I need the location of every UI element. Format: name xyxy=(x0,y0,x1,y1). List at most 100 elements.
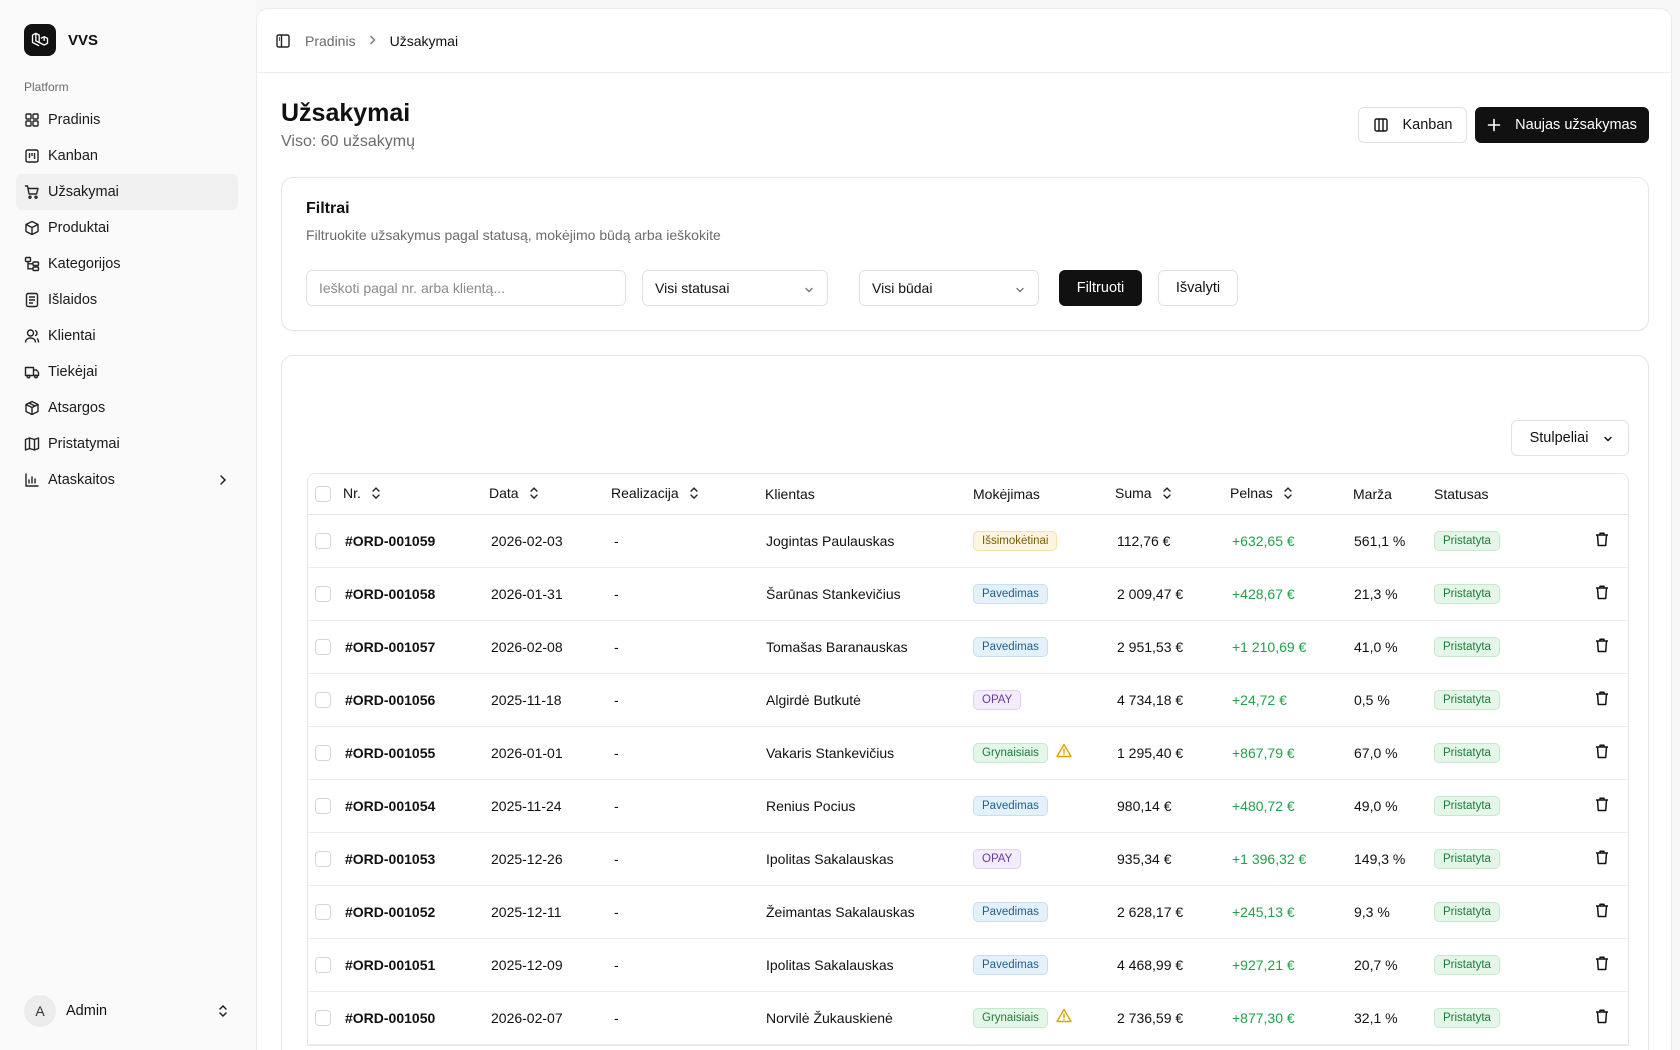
order-number[interactable]: #ORD-001057 xyxy=(345,639,435,655)
delete-icon[interactable] xyxy=(1595,744,1609,763)
order-date: 2025-12-09 xyxy=(491,957,563,973)
row-checkbox[interactable] xyxy=(315,692,331,708)
payment-cell: Pavedimas xyxy=(973,955,1048,975)
kanban-button[interactable]: Kanban xyxy=(1358,107,1467,143)
table-row[interactable]: #ORD-001057 2026-02-08 - Tomašas Baranau… xyxy=(308,621,1628,674)
table-body: #ORD-001059 2026-02-03 - Jogintas Paulau… xyxy=(308,515,1628,1045)
sidebar-item-uzsakymai[interactable]: Užsakymai xyxy=(16,174,238,210)
delete-icon[interactable] xyxy=(1595,956,1609,975)
new-order-button[interactable]: Naujas užsakymas xyxy=(1475,107,1649,143)
sidebar-toggle-icon[interactable] xyxy=(275,33,291,49)
row-checkbox[interactable] xyxy=(315,639,331,655)
sidebar-item-label: Tiekėjai xyxy=(48,364,98,380)
sidebar-item-label: Pristatymai xyxy=(48,436,120,452)
payment-badge: Pavedimas xyxy=(973,955,1048,975)
sidebar-item-label: Pradinis xyxy=(48,112,101,128)
column-header-nr[interactable]: Nr. xyxy=(343,485,381,503)
sidebar-item-atsargos[interactable]: Atsargos xyxy=(16,390,238,426)
order-date: 2025-12-11 xyxy=(491,904,562,920)
select-all-checkbox[interactable] xyxy=(315,486,331,502)
delete-icon[interactable] xyxy=(1595,1009,1609,1028)
sidebar-item-pradinis[interactable]: Pradinis xyxy=(16,102,238,138)
chevron-down-icon xyxy=(1014,283,1026,299)
column-header-realization[interactable]: Realizacija xyxy=(611,485,699,503)
brand[interactable]: VVS xyxy=(24,24,98,56)
order-number[interactable]: #ORD-001052 xyxy=(345,904,435,920)
sort-icon xyxy=(1162,486,1172,503)
order-profit: +1 210,69 € xyxy=(1232,639,1307,655)
warning-icon xyxy=(1056,1008,1072,1026)
row-checkbox[interactable] xyxy=(315,904,331,920)
delete-icon[interactable] xyxy=(1595,638,1609,657)
table-row[interactable]: #ORD-001054 2025-11-24 - Renius Pocius P… xyxy=(308,780,1628,833)
row-checkbox[interactable] xyxy=(315,798,331,814)
sidebar-nav: Pradinis Kanban Užsakymai Produktai Kate… xyxy=(16,102,238,498)
order-number[interactable]: #ORD-001055 xyxy=(345,745,435,761)
brand-name: VVS xyxy=(68,31,99,49)
sidebar-item-produktai[interactable]: Produktai xyxy=(16,210,238,246)
truck-icon xyxy=(24,364,40,380)
filter-button[interactable]: Filtruoti xyxy=(1059,270,1142,306)
status-badge: Pristatyta xyxy=(1434,955,1500,975)
map-icon xyxy=(24,436,40,452)
sidebar-group-label: Platform xyxy=(24,80,69,94)
order-number[interactable]: #ORD-001053 xyxy=(345,851,435,867)
table-row[interactable]: #ORD-001053 2025-12-26 - Ipolitas Sakala… xyxy=(308,833,1628,886)
table-row[interactable]: #ORD-001059 2026-02-03 - Jogintas Paulau… xyxy=(308,515,1628,568)
order-date: 2026-02-03 xyxy=(491,533,563,549)
row-checkbox[interactable] xyxy=(315,1010,331,1026)
filters-description: Filtruokite užsakymus pagal statusą, mok… xyxy=(306,227,721,243)
user-menu[interactable]: A Admin xyxy=(16,991,238,1031)
sidebar-item-tiekejai[interactable]: Tiekėjai xyxy=(16,354,238,390)
status-cell: Pristatyta xyxy=(1434,584,1500,604)
order-number[interactable]: #ORD-001058 xyxy=(345,586,435,602)
row-checkbox[interactable] xyxy=(315,957,331,973)
row-checkbox[interactable] xyxy=(315,533,331,549)
order-margin: 9,3 % xyxy=(1354,904,1390,920)
sidebar-item-klientai[interactable]: Klientai xyxy=(16,318,238,354)
table-row[interactable]: #ORD-001056 2025-11-18 - Algirdė Butkutė… xyxy=(308,674,1628,727)
search-input[interactable] xyxy=(306,270,626,306)
clear-button[interactable]: Išvalyti xyxy=(1158,270,1238,306)
row-checkbox[interactable] xyxy=(315,851,331,867)
column-header-profit[interactable]: Pelnas xyxy=(1230,485,1293,503)
order-number[interactable]: #ORD-001051 xyxy=(345,957,435,973)
order-number[interactable]: #ORD-001059 xyxy=(345,533,435,549)
row-checkbox[interactable] xyxy=(315,745,331,761)
payment-badge: Pavedimas xyxy=(973,902,1048,922)
delete-icon[interactable] xyxy=(1595,903,1609,922)
table-row[interactable]: #ORD-001058 2026-01-31 - Šarūnas Stankev… xyxy=(308,568,1628,621)
order-date: 2025-11-18 xyxy=(491,692,562,708)
delete-icon[interactable] xyxy=(1595,797,1609,816)
sidebar-item-kanban[interactable]: Kanban xyxy=(16,138,238,174)
row-checkbox[interactable] xyxy=(315,586,331,602)
table-row[interactable]: #ORD-001055 2026-01-01 - Vakaris Stankev… xyxy=(308,727,1628,780)
delete-icon[interactable] xyxy=(1595,691,1609,710)
breadcrumb-parent[interactable]: Pradinis xyxy=(305,33,356,49)
sidebar-item-islaidos[interactable]: Išlaidos xyxy=(16,282,238,318)
topbar: Pradinis Užsakymai xyxy=(257,9,1671,73)
sidebar-item-ataskaitos[interactable]: Ataskaitos xyxy=(16,462,238,498)
sidebar: VVS Platform Pradinis Kanban Užsakymai P… xyxy=(0,0,256,1050)
sidebar-item-pristatymai[interactable]: Pristatymai xyxy=(16,426,238,462)
payment-cell: Pavedimas xyxy=(973,637,1048,657)
table-row[interactable]: #ORD-001050 2026-02-07 - Norvilė Žukausk… xyxy=(308,992,1628,1045)
order-number[interactable]: #ORD-001054 xyxy=(345,798,435,814)
order-sum: 112,76 € xyxy=(1117,533,1171,549)
tree-icon xyxy=(24,256,40,272)
sidebar-item-kategorijos[interactable]: Kategorijos xyxy=(16,246,238,282)
order-number[interactable]: #ORD-001050 xyxy=(345,1010,435,1026)
status-select[interactable]: Visi statusai xyxy=(642,270,828,306)
delete-icon[interactable] xyxy=(1595,532,1609,551)
order-number[interactable]: #ORD-001056 xyxy=(345,692,435,708)
delete-icon[interactable] xyxy=(1595,850,1609,869)
column-header-sum[interactable]: Suma xyxy=(1115,485,1172,503)
table-row[interactable]: #ORD-001051 2025-12-09 - Ipolitas Sakala… xyxy=(308,939,1628,992)
delete-icon[interactable] xyxy=(1595,585,1609,604)
columns-button[interactable]: Stulpeliai xyxy=(1511,420,1629,456)
payment-badge: Grynaisiais xyxy=(973,1008,1048,1028)
filters-title: Filtrai xyxy=(306,200,350,217)
column-header-date[interactable]: Data xyxy=(489,485,539,503)
payment-method-select[interactable]: Visi būdai xyxy=(859,270,1039,306)
table-row[interactable]: #ORD-001052 2025-12-11 - Žeimantas Sakal… xyxy=(308,886,1628,939)
